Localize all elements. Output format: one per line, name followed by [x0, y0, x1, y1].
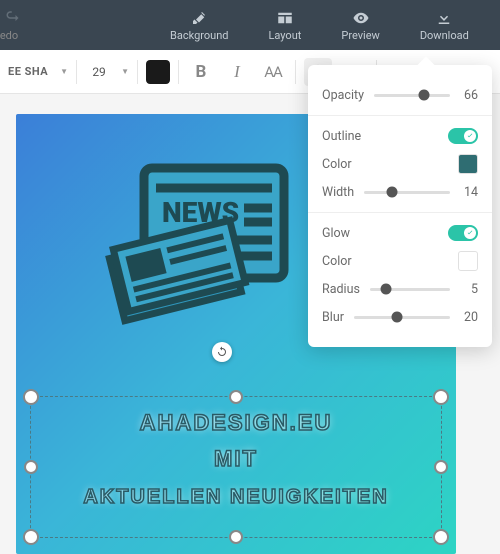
redo-label: edo [0, 29, 18, 42]
resize-handle-tl[interactable] [23, 389, 39, 405]
resize-handle-r[interactable] [434, 460, 448, 474]
glow-radius-row: Radius 5 [322, 279, 478, 299]
italic-button[interactable]: I [223, 58, 251, 86]
glow-color-row: Color [322, 251, 478, 271]
resize-handle-tr[interactable] [433, 389, 449, 405]
outline-row: Outline [322, 126, 478, 146]
glow-blur-slider[interactable] [354, 316, 450, 319]
opacity-slider[interactable] [374, 94, 450, 97]
outline-label: Outline [322, 129, 361, 144]
glow-toggle[interactable] [448, 225, 478, 241]
top-menu-bar: edo Background Layout Preview Download [0, 0, 500, 50]
opacity-label: Opacity [322, 88, 364, 103]
divider [76, 60, 77, 84]
glow-radius-value: 5 [460, 282, 478, 297]
glow-row: Glow [322, 223, 478, 243]
font-family-select[interactable]: EE SHA [4, 61, 52, 82]
glow-blur-row: Blur 20 [322, 307, 478, 327]
opacity-value: 66 [460, 88, 478, 103]
divider [295, 60, 296, 84]
resize-handle-t[interactable] [229, 390, 243, 404]
chevron-down-icon: ▼ [60, 67, 68, 76]
outline-width-label: Width [322, 185, 354, 200]
resize-handle-l[interactable] [24, 460, 38, 474]
divider [137, 60, 138, 84]
glow-label: Glow [322, 226, 350, 241]
outline-color-label: Color [322, 157, 352, 172]
newspaper-graphic[interactable]: NEWS [96, 150, 296, 350]
glow-blur-label: Blur [322, 310, 344, 325]
download-button[interactable]: Download [420, 9, 469, 42]
glow-radius-label: Radius [322, 282, 360, 297]
resize-handle-bl[interactable] [23, 529, 39, 545]
chevron-down-icon: ▼ [121, 67, 129, 76]
uppercase-button[interactable]: AA [259, 58, 287, 86]
background-button[interactable]: Background [170, 9, 228, 42]
resize-handle-b[interactable] [229, 530, 243, 544]
rotate-handle[interactable] [212, 342, 232, 362]
divider [308, 212, 492, 213]
outline-color-row: Color [322, 154, 478, 174]
effects-panel: Opacity 66 Outline Color Width 14 Glow C… [308, 65, 492, 347]
redo-button[interactable]: edo [2, 9, 20, 42]
outline-width-row: Width 14 [322, 182, 478, 202]
preview-button[interactable]: Preview [341, 9, 379, 42]
glow-blur-value: 20 [460, 310, 478, 325]
layout-button[interactable]: Layout [268, 9, 301, 42]
outline-width-slider[interactable] [364, 191, 450, 194]
resize-handle-br[interactable] [433, 529, 449, 545]
text-selection-box[interactable] [30, 396, 442, 538]
opacity-row: Opacity 66 [322, 85, 478, 105]
divider [178, 60, 179, 84]
glow-color-label: Color [322, 254, 352, 269]
font-size-input[interactable]: 29 [85, 65, 113, 79]
glow-color-swatch[interactable] [458, 251, 478, 271]
divider [308, 115, 492, 116]
glow-radius-slider[interactable] [370, 288, 450, 291]
outline-color-swatch[interactable] [458, 154, 478, 174]
bold-button[interactable]: B [187, 58, 215, 86]
outline-toggle[interactable] [448, 128, 478, 144]
text-color-swatch[interactable] [146, 60, 170, 84]
outline-width-value: 14 [460, 185, 478, 200]
